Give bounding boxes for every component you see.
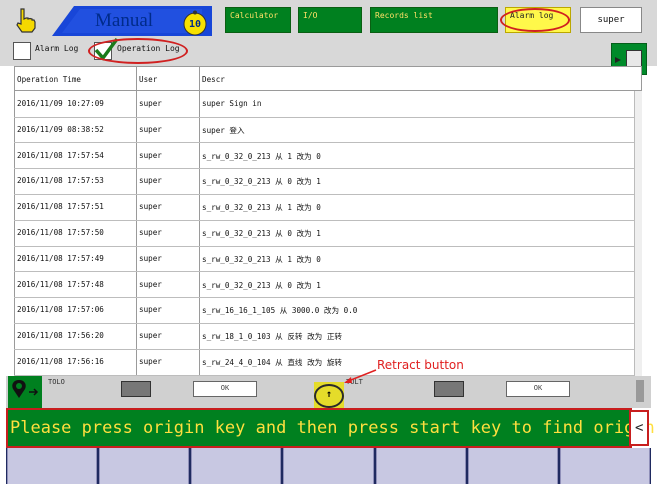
retract-button-annotation: Retract button — [377, 358, 464, 372]
cell-time: 2016/11/08 17:57:48 — [17, 279, 104, 289]
cell-descr: s_rw_0_32_0_213 从 1 改为 0 — [202, 203, 321, 213]
cell-time: 2016/11/08 17:57:49 — [17, 253, 104, 263]
cell-descr: super Sign in — [202, 99, 262, 108]
table-row[interactable]: 2016/11/09 10:27:09 super super Sign in — [14, 91, 642, 118]
cell-user: super — [139, 279, 162, 289]
cell-time: 2016/11/08 17:57:06 — [17, 305, 104, 315]
chevron-left-icon: < — [635, 420, 644, 436]
cell-user: super — [139, 305, 162, 315]
status-message: Please press origin key and then press s… — [10, 418, 655, 438]
function-key-6[interactable] — [467, 448, 558, 484]
function-key-2[interactable] — [99, 448, 190, 484]
band-label-left: TOLO — [48, 378, 65, 386]
cell-time: 2016/11/08 17:57:53 — [17, 176, 104, 186]
cell-time: 2016/11/09 10:27:09 — [17, 99, 104, 108]
mode-label: Manual — [95, 10, 154, 31]
table-row[interactable]: 2016/11/08 17:57:06 super s_rw_16_16_1_105… — [14, 297, 642, 324]
column-header-user: User — [139, 75, 158, 84]
message-collapse-button[interactable]: < — [629, 410, 649, 446]
function-key-5[interactable] — [375, 448, 466, 484]
table-row[interactable]: 2016/11/08 17:56:20 super s_rw_18_1_0_103 … — [14, 323, 642, 350]
column-header-time: Operation Time — [17, 75, 82, 84]
function-key-3[interactable] — [191, 448, 282, 484]
cell-user: super — [139, 124, 162, 134]
cell-time: 2016/11/08 17:57:51 — [17, 202, 104, 212]
cell-time: 2016/11/08 17:57:50 — [17, 228, 104, 237]
cell-user: super — [139, 176, 162, 186]
value-box[interactable]: OK — [193, 381, 257, 397]
alarm-count: 10 — [188, 19, 202, 30]
hand-pointer-icon[interactable] — [12, 6, 40, 34]
table-row[interactable]: 2016/11/08 17:56:16 super s_rw_24_4_0_104 … — [14, 349, 642, 376]
indicator-square — [121, 381, 151, 397]
cell-descr: s_rw_0_32_0_213 从 0 改为 1 — [202, 177, 321, 187]
location-pin-icon — [12, 380, 39, 398]
table-row[interactable]: 2016/11/08 17:57:53 super s_rw_0_32_0_213 … — [14, 168, 642, 195]
function-key-1[interactable] — [7, 448, 98, 484]
play-icon — [615, 57, 621, 63]
cell-time: 2016/11/08 17:56:20 — [17, 331, 104, 341]
table-header: Operation Time User Descr — [14, 66, 642, 91]
table-scrollbar[interactable] — [634, 91, 642, 376]
cell-descr: s_rw_0_32_0_213 从 1 改为 0 — [202, 151, 321, 161]
function-key-7[interactable] — [559, 448, 650, 484]
annotation-arrow-icon — [344, 369, 377, 383]
cell-descr: s_rw_24_4_0_104 从 直线 改为 旋转 — [202, 358, 343, 367]
cell-user: super — [139, 357, 162, 366]
io-button[interactable]: I/O — [298, 7, 362, 33]
function-key-4[interactable] — [283, 448, 374, 484]
table-row[interactable]: 2016/11/08 17:57:50 super s_rw_0_32_0_213 … — [14, 220, 642, 247]
cell-descr: s_rw_0_32_0_213 从 0 改为 1 — [202, 280, 321, 290]
indicator-square — [434, 381, 464, 397]
cell-descr: s_rw_18_1_0_103 从 反转 改为 正转 — [202, 332, 343, 342]
cell-time: 2016/11/08 17:56:16 — [17, 357, 104, 366]
table-row[interactable]: 2016/11/08 17:57:54 super s_rw_0_32_0_213 … — [14, 143, 642, 170]
user-button[interactable]: super — [580, 7, 642, 33]
cell-user: super — [139, 150, 162, 160]
value-box[interactable]: OK — [506, 381, 570, 397]
cell-descr: super 登入 — [202, 125, 245, 135]
cell-user: super — [139, 253, 162, 263]
cell-descr: s_rw_0_32_0_213 从 0 改为 1 — [202, 229, 321, 238]
cell-time: 2016/11/08 17:57:54 — [17, 150, 104, 160]
table-row[interactable]: 2016/11/08 17:57:49 super s_rw_0_32_0_213 … — [14, 246, 642, 273]
column-header-descr: Descr — [202, 75, 225, 84]
cell-time: 2016/11/09 08:38:52 — [17, 124, 104, 134]
band-scrollbar[interactable] — [636, 380, 644, 402]
table-row[interactable]: 2016/11/09 08:38:52 super super 登入 — [14, 117, 642, 144]
cell-user: super — [139, 99, 162, 108]
calculator-button[interactable]: Calculator — [225, 7, 291, 33]
location-pin-button[interactable] — [8, 376, 42, 408]
cell-user: super — [139, 331, 162, 341]
cell-user: super — [139, 202, 162, 212]
up-arrow-icon: ↑ — [325, 389, 333, 400]
cell-descr: s_rw_0_32_0_213 从 1 改为 0 — [202, 254, 321, 264]
alarm-log-highlight — [500, 8, 570, 32]
alarm-log-label: Alarm Log — [35, 44, 79, 53]
cell-user: super — [139, 228, 162, 237]
table-row[interactable]: 2016/11/08 17:57:51 super s_rw_0_32_0_213 … — [14, 194, 642, 221]
alarm-log-checkbox[interactable] — [13, 42, 31, 60]
operation-log-highlight — [88, 38, 188, 64]
records-list-button[interactable]: Records list — [370, 7, 498, 33]
cell-descr: s_rw_16_16_1_105 从 3000.0 改为 0.0 — [202, 306, 358, 316]
table-row[interactable]: 2016/11/08 17:57:48 super s_rw_0_32_0_213 … — [14, 272, 642, 299]
